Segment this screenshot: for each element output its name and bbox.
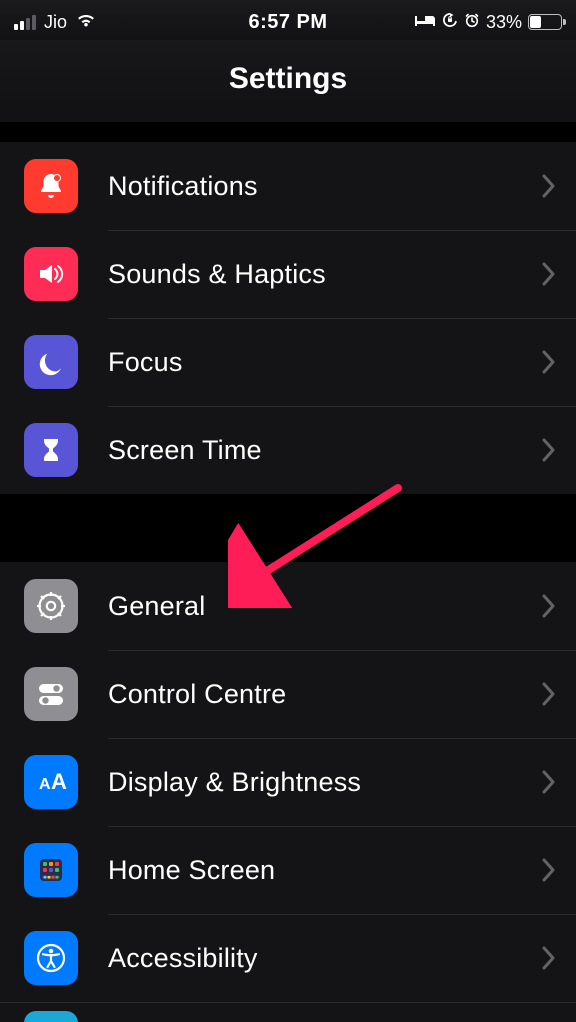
row-accessibility[interactable]: Accessibility bbox=[0, 914, 576, 1002]
hourglass-icon bbox=[24, 423, 78, 477]
status-bar: Jio 6:57 PM 33% bbox=[0, 0, 576, 40]
alarm-icon bbox=[464, 11, 480, 34]
page-title: Settings bbox=[0, 40, 576, 122]
svg-text:A: A bbox=[51, 769, 67, 794]
svg-text:A: A bbox=[39, 776, 51, 793]
status-time: 6:57 PM bbox=[248, 11, 327, 34]
row-label: Control Centre bbox=[108, 679, 542, 710]
row-screen-time[interactable]: Screen Time bbox=[0, 406, 576, 494]
wifi-icon bbox=[75, 11, 97, 34]
row-label: Home Screen bbox=[108, 855, 542, 886]
chevron-right-icon bbox=[542, 262, 556, 286]
row-sounds-haptics[interactable]: Sounds & Haptics bbox=[0, 230, 576, 318]
cellular-signal-icon bbox=[14, 14, 36, 30]
orientation-lock-icon bbox=[442, 11, 458, 34]
row-home-screen[interactable]: Home Screen bbox=[0, 826, 576, 914]
bell-badge-icon bbox=[24, 159, 78, 213]
text-size-icon: AA bbox=[24, 755, 78, 809]
carrier-label: Jio bbox=[44, 12, 67, 33]
row-label: Sounds & Haptics bbox=[108, 259, 542, 290]
battery-percent: 33% bbox=[486, 12, 522, 33]
chevron-right-icon bbox=[542, 350, 556, 374]
settings-group-1: Notifications Sounds & Haptics Focus Scr… bbox=[0, 142, 576, 494]
battery-icon bbox=[528, 14, 562, 30]
status-left: Jio bbox=[14, 11, 97, 34]
row-label: Focus bbox=[108, 347, 542, 378]
row-notifications[interactable]: Notifications bbox=[0, 142, 576, 230]
row-label: General bbox=[108, 591, 542, 622]
partial-icon bbox=[24, 1011, 78, 1022]
speaker-icon bbox=[24, 247, 78, 301]
chevron-right-icon bbox=[542, 174, 556, 198]
bed-icon bbox=[414, 11, 436, 34]
settings-group-2: General Control Centre AA Display & Brig… bbox=[0, 562, 576, 1022]
status-right: 33% bbox=[414, 11, 562, 34]
chevron-right-icon bbox=[542, 682, 556, 706]
apps-grid-icon bbox=[24, 843, 78, 897]
chevron-right-icon bbox=[542, 858, 556, 882]
row-label: Display & Brightness bbox=[108, 767, 542, 798]
gear-icon bbox=[24, 579, 78, 633]
chevron-right-icon bbox=[542, 438, 556, 462]
moon-icon bbox=[24, 335, 78, 389]
row-partial[interactable] bbox=[0, 1002, 576, 1022]
chevron-right-icon bbox=[542, 594, 556, 618]
chevron-right-icon bbox=[542, 946, 556, 970]
row-display-brightness[interactable]: AA Display & Brightness bbox=[0, 738, 576, 826]
section-gap bbox=[0, 494, 576, 562]
section-gap bbox=[0, 122, 576, 142]
toggles-icon bbox=[24, 667, 78, 721]
row-general[interactable]: General bbox=[0, 562, 576, 650]
chevron-right-icon bbox=[542, 770, 556, 794]
row-control-centre[interactable]: Control Centre bbox=[0, 650, 576, 738]
row-label: Notifications bbox=[108, 171, 542, 202]
row-label: Screen Time bbox=[108, 435, 542, 466]
accessibility-icon bbox=[24, 931, 78, 985]
row-focus[interactable]: Focus bbox=[0, 318, 576, 406]
row-label: Accessibility bbox=[108, 943, 542, 974]
